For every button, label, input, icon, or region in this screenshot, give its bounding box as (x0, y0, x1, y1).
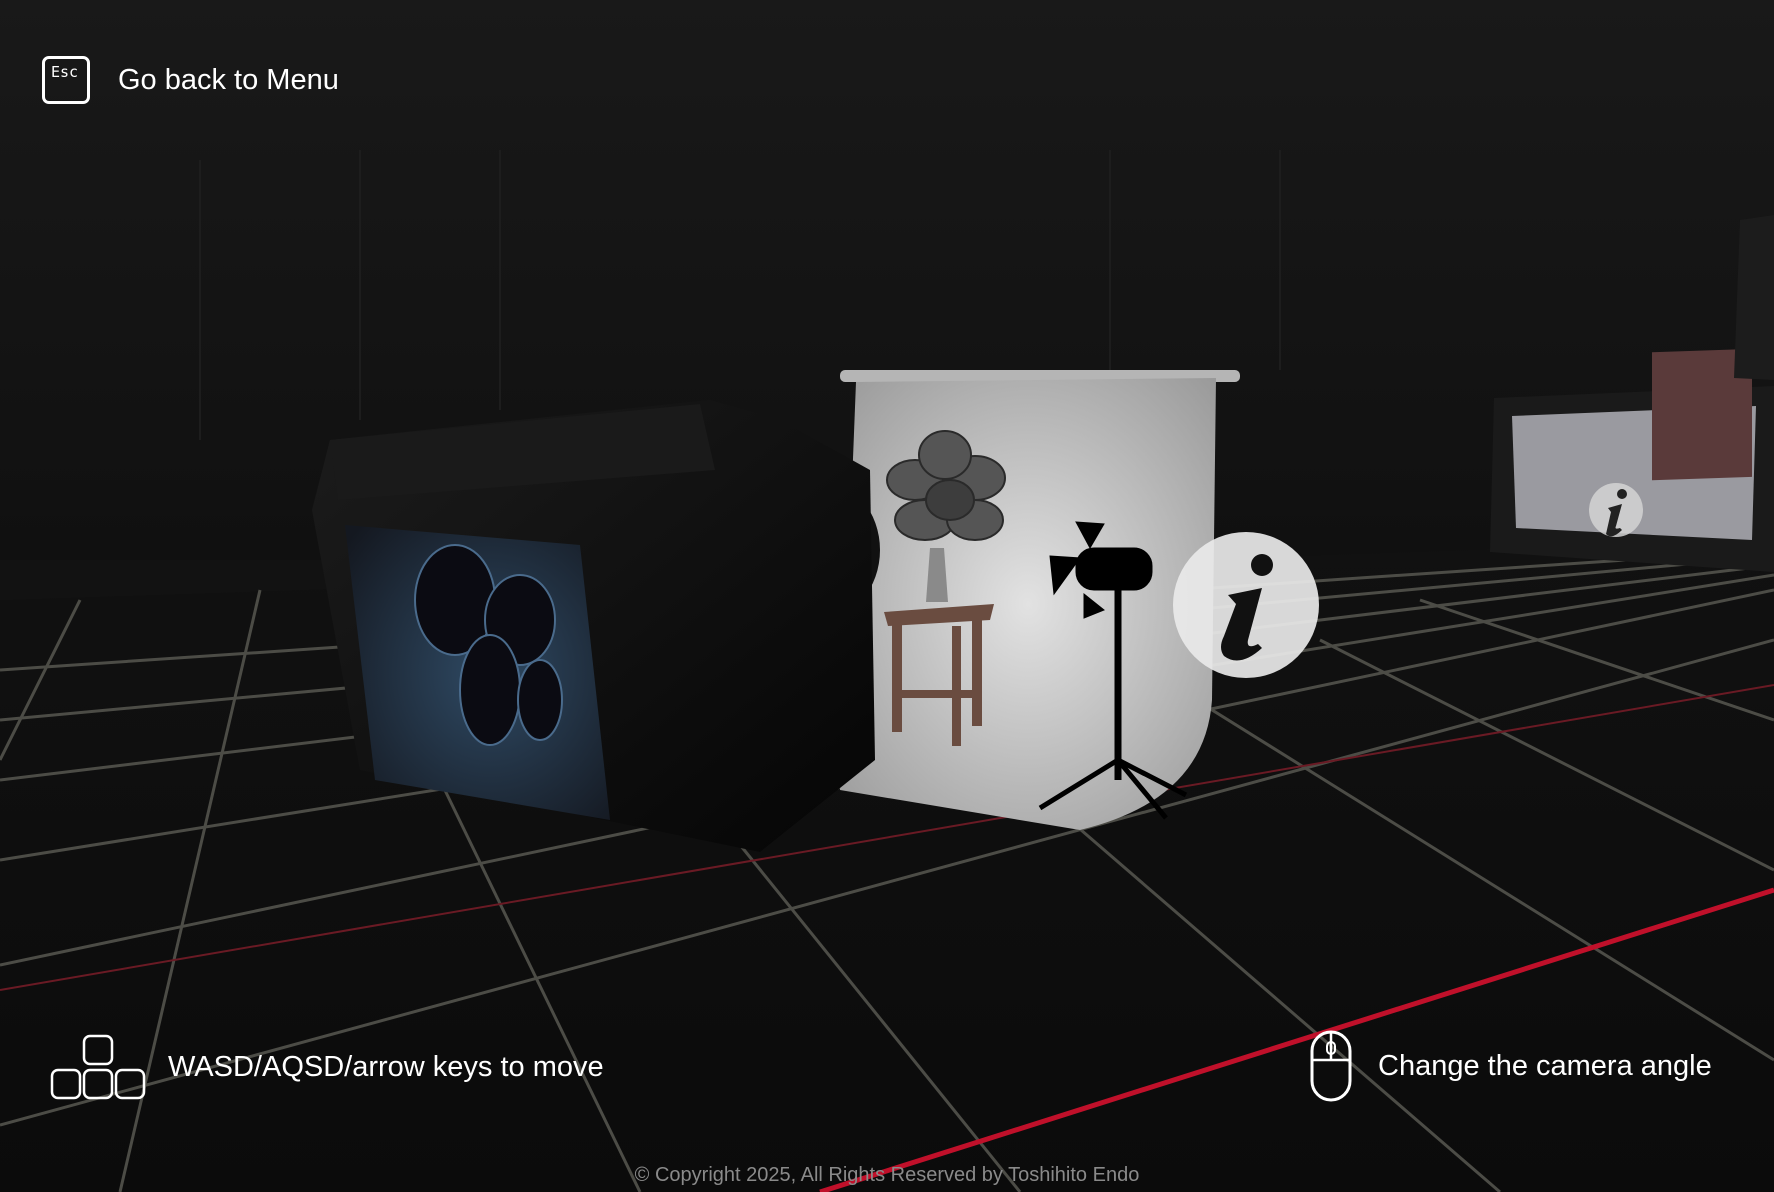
mouse-icon (1310, 1030, 1352, 1102)
keyboard-keys-icon (50, 1034, 146, 1100)
esc-key-label: Esc (51, 63, 79, 81)
back-to-menu-button[interactable]: Esc Go back to Menu (42, 56, 339, 104)
exhibit-info-icon[interactable] (1589, 483, 1643, 537)
camera-angle-hint: Change the camera angle (1310, 1030, 1712, 1102)
camera-angle-label: Change the camera angle (1378, 1049, 1712, 1082)
keyboard-esc-icon: Esc (42, 56, 90, 104)
movement-hint-label: WASD/AQSD/arrow keys to move (168, 1050, 604, 1083)
info-hotspot[interactable] (1173, 532, 1319, 678)
far-exhibit-panel (1734, 215, 1774, 380)
copyright-footer: © Copyright 2025, All Rights Reserved by… (634, 1164, 1140, 1186)
movement-hint: WASD/AQSD/arrow keys to move (50, 1034, 604, 1100)
back-to-menu-label: Go back to Menu (118, 63, 339, 96)
3d-scene-viewport[interactable] (0, 0, 1774, 1192)
